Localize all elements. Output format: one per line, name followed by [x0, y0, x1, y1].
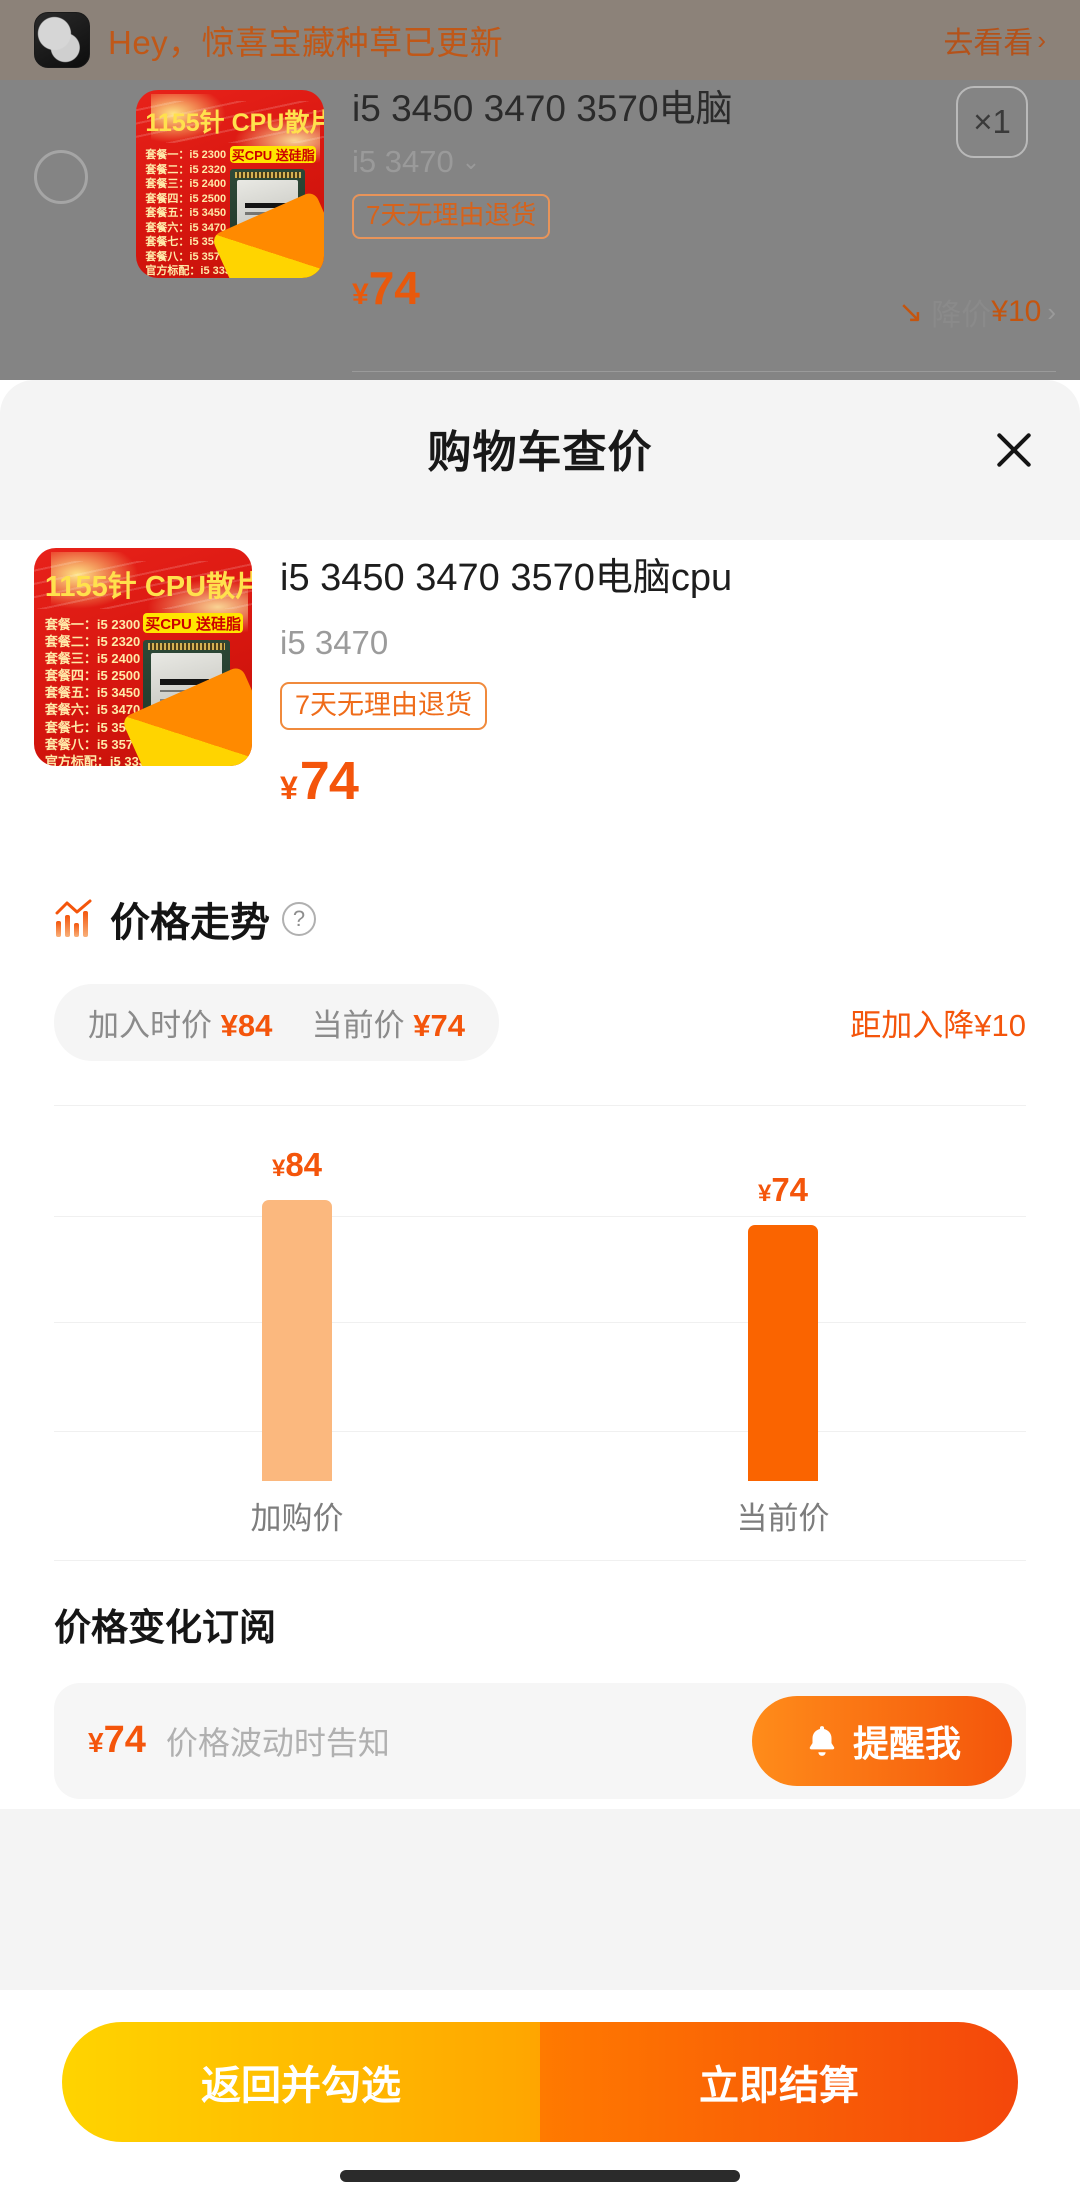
product-price: ¥ 74 — [280, 750, 1046, 812]
sheet-body: 1155针 CPU散片 套餐一：i5 2300 套餐二：i5 2320 套餐三：… — [0, 540, 1080, 1809]
price-trend-card: 价格走势 ? 加入时价 ¥84 当前价 ¥74 距加入降¥10 ¥84 ¥74 — [20, 855, 1060, 1809]
product-service-tag: 7天无理由退货 — [280, 681, 488, 730]
bottom-action-bar: 返回并勾选 立即结算 — [0, 1990, 1080, 2204]
price-trend-chart: ¥84 ¥74 — [54, 1104, 1026, 1481]
chart-bar-group: ¥74 — [540, 1105, 1026, 1481]
chart-bar-label: ¥84 — [271, 1145, 323, 1183]
chevron-down-icon: ⌄ — [461, 149, 481, 175]
subscribe-input-row[interactable]: ¥74 价格波动时告知 提醒我 — [54, 1682, 1026, 1799]
chart-axis-labels: 加购价 当前价 — [54, 1493, 1026, 1538]
chart-bar-group: ¥84 — [54, 1105, 540, 1481]
promo-cta-label: 去看看 — [943, 27, 1034, 60]
subscribe-title: 价格变化订阅 — [54, 1606, 276, 1648]
promo-banner[interactable]: Hey，惊喜宝藏种草已更新 去看看 › — [0, 0, 1080, 80]
subscribe-placeholder: 价格波动时告知 — [165, 1724, 390, 1761]
subscribe-price-value: 74 — [103, 1719, 146, 1762]
cart-item-service-tag: 7天无理由退货 — [352, 194, 551, 240]
chart-axis-label: 当前价 — [736, 1500, 830, 1536]
checkout-button[interactable]: 立即结算 — [540, 2022, 1018, 2142]
promo-banner-text: Hey，惊喜宝藏种草已更新 — [108, 24, 504, 61]
product-price-value: 74 — [299, 750, 359, 811]
chart-bar-label: ¥74 — [757, 1170, 809, 1208]
product-thumbnail[interactable]: 1155针 CPU散片 套餐一：i5 2300 套餐二：i5 2320 套餐三：… — [34, 548, 252, 766]
currency-symbol: ¥ — [88, 1727, 104, 1759]
current-price-value: ¥74 — [413, 1007, 465, 1043]
price-delta-text: 距加入降¥10 — [850, 1007, 1026, 1043]
price-trend-title: 价格走势 — [110, 900, 270, 945]
promo-banner-cta[interactable]: 去看看 › — [943, 18, 1046, 62]
product-summary: 1155针 CPU散片 套餐一：i5 2300 套餐二：i5 2320 套餐三：… — [0, 540, 1080, 842]
question-mark-icon[interactable]: ? — [282, 901, 316, 936]
price-check-sheet: 购物车查价 1155针 CPU散片 套餐一：i5 2300 套餐二：i5 232… — [0, 380, 1080, 1990]
price-drop-amount: ¥10 — [991, 295, 1042, 328]
current-price-label: 当前价 — [311, 1007, 405, 1043]
product-title: i5 3450 3470 3570电脑cpu — [280, 557, 733, 599]
product-info: i5 3450 3470 3570电脑cpu i5 3470 7天无理由退货 ¥… — [280, 548, 1046, 812]
bell-icon — [809, 1726, 835, 1756]
arrow-down-right-icon: ↘ — [898, 295, 924, 329]
notify-me-label: 提醒我 — [852, 1722, 961, 1764]
cart-item-row: 1155针 CPU散片 套餐一：i5 2300 套餐二：i5 2320 套餐三：… — [0, 80, 1080, 380]
chart-bar — [748, 1224, 818, 1481]
price-compare-pill: 加入时价 ¥84 当前价 ¥74 — [54, 983, 499, 1061]
cart-item-sku-selector[interactable]: i5 3470 ⌄ — [352, 144, 1050, 180]
sheet-title: 购物车查价 — [427, 428, 653, 477]
sheet-header: 购物车查价 — [0, 380, 1080, 540]
cart-item-info: i5 3450 3470 3570电脑 ×1 i5 3470 ⌄ 7天无理由退货… — [352, 86, 1050, 315]
added-price-label: 加入时价 — [88, 1007, 212, 1043]
subscribe-target-price: ¥74 — [88, 1719, 146, 1762]
cart-item-price-drop-link[interactable]: ↘ 降价 ¥10 › — [898, 290, 1056, 334]
close-icon[interactable] — [982, 418, 1046, 482]
action-button-group: 返回并勾选 立即结算 — [62, 2022, 1018, 2142]
cart-item-thumbnail[interactable]: 1155针 CPU散片 套餐一：i5 2300 套餐二：i5 2320 套餐三：… — [136, 90, 324, 278]
cart-item-price-value: 74 — [368, 262, 420, 315]
cart-item-title: i5 3450 3470 3570电脑 — [352, 88, 733, 129]
poster-badge: 买CPU 送硅脂 — [143, 613, 244, 633]
price-drop-label: 降价 — [931, 299, 992, 332]
currency-symbol: ¥ — [352, 278, 369, 312]
cart-item-sku-label: i5 3470 — [352, 144, 454, 180]
added-price-value: ¥84 — [220, 1007, 273, 1043]
price-compare-row: 加入时价 ¥84 当前价 ¥74 距加入降¥10 — [20, 983, 1060, 1061]
headphones-thumbnail-icon — [34, 12, 90, 68]
product-sku: i5 3470 — [280, 623, 389, 661]
chart-axis-label: 加购价 — [250, 1500, 344, 1536]
chart-bar — [262, 1199, 332, 1481]
back-and-select-button[interactable]: 返回并勾选 — [62, 2022, 540, 2142]
chevron-right-icon: › — [1037, 24, 1046, 55]
cart-item-quantity-badge: ×1 — [956, 86, 1028, 158]
cart-item-select-radio[interactable] — [34, 150, 88, 204]
cart-row-divider — [352, 371, 1056, 372]
price-trend-chart-icon — [55, 899, 92, 937]
chevron-right-icon: › — [1047, 296, 1056, 327]
notify-me-button[interactable]: 提醒我 — [752, 1695, 1012, 1786]
poster-badge: 买CPU 送硅脂 — [230, 146, 317, 164]
poster-headline: 1155针 CPU散片 — [44, 571, 252, 604]
price-trend-header: 价格走势 ? — [20, 890, 1060, 948]
chart-plot-area: ¥84 ¥74 — [54, 1105, 1026, 1481]
home-indicator — [340, 2170, 740, 2182]
poster-headline: 1155针 CPU散片 — [145, 109, 324, 138]
currency-symbol: ¥ — [280, 769, 298, 806]
